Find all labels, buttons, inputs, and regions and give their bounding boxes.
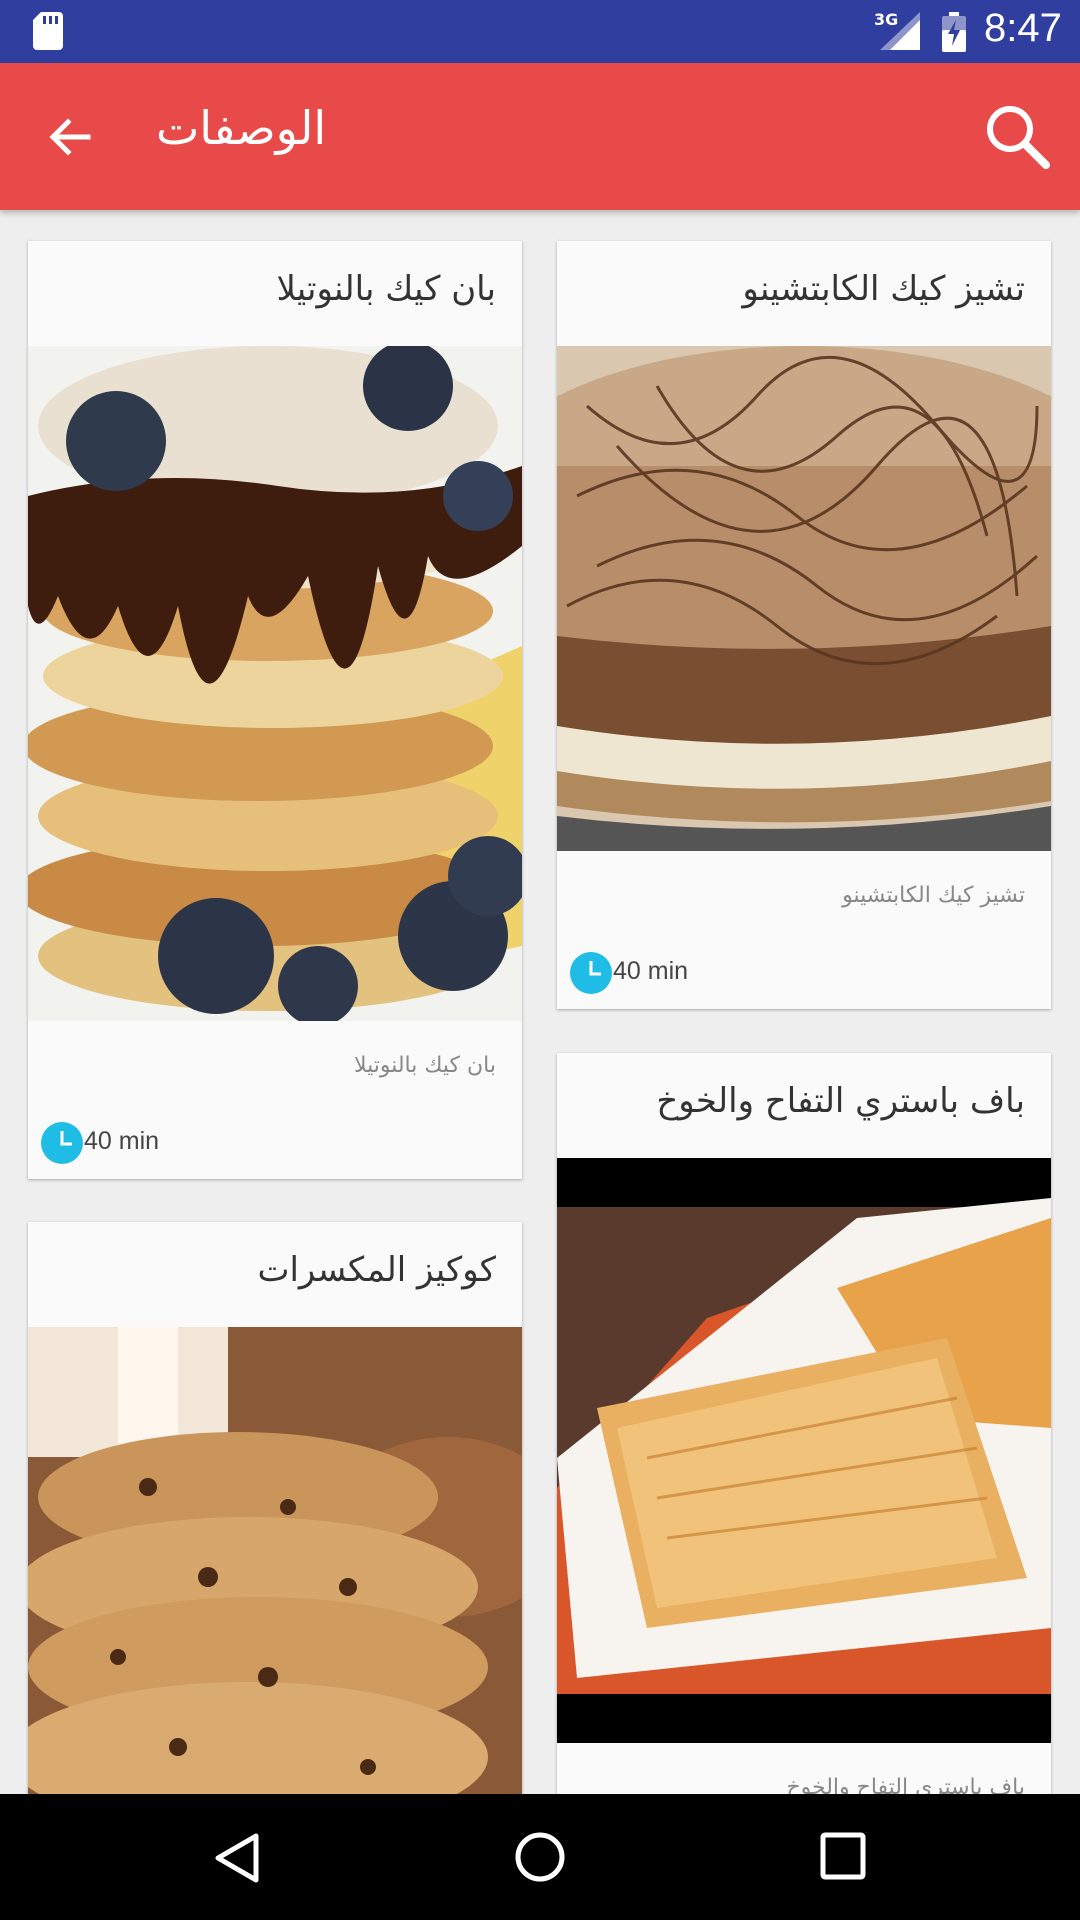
app-bar: الوصفات: [0, 63, 1080, 210]
back-arrow-icon[interactable]: [44, 111, 96, 163]
recipe-time: 40 min: [28, 1099, 522, 1179]
recipe-description: بان كيك بالنوتيلا: [353, 1053, 496, 1078]
nav-recents-icon[interactable]: [820, 1832, 866, 1880]
recipe-description: باف باستري التفاح والخوخ: [786, 1775, 1025, 1794]
search-icon[interactable]: [984, 103, 1050, 169]
recipe-image: [557, 1158, 1051, 1743]
recipe-image: [557, 346, 1051, 851]
recipe-title: كوكيز المكسرات: [257, 1250, 496, 1290]
recipe-title: باف باستري التفاح والخوخ: [656, 1081, 1025, 1121]
system-nav-bar: [0, 1794, 1080, 1920]
nav-back-icon[interactable]: [212, 1832, 262, 1884]
recipe-title: تشيز كيك الكابتشينو: [742, 269, 1025, 309]
battery-icon: [942, 12, 966, 52]
recipe-time-label: 40 min: [84, 1127, 160, 1155]
recipe-image: [28, 1327, 522, 1794]
status-bar: 3G 8:47: [0, 0, 1080, 63]
recipes-grid: تشيز كيك الكابتشينو تشيز كيك الكابتشينو …: [0, 210, 1080, 1794]
clock-icon: [41, 1122, 83, 1164]
signal-icon: [880, 12, 920, 50]
status-time: 8:47: [984, 6, 1062, 50]
recipe-card[interactable]: كوكيز المكسرات: [28, 1222, 522, 1794]
recipe-card[interactable]: باف باستري التفاح والخوخ باف باستري التف…: [557, 1053, 1051, 1794]
page-title: الوصفات: [156, 101, 327, 155]
recipe-description: تشيز كيك الكابتشينو: [842, 883, 1025, 908]
clock-icon: [570, 952, 612, 994]
recipe-time-label: 40 min: [613, 957, 689, 985]
recipe-card[interactable]: بان كيك بالنوتيلا بان كيك بالنوتيلا 40 m…: [28, 241, 522, 1179]
recipe-time: 40 min: [557, 929, 1051, 1009]
recipe-card[interactable]: تشيز كيك الكابتشينو تشيز كيك الكابتشينو …: [557, 241, 1051, 1009]
nav-home-icon[interactable]: [514, 1831, 566, 1883]
recipe-image: [28, 346, 522, 1021]
sd-card-icon: [33, 12, 63, 50]
recipe-title: بان كيك بالنوتيلا: [276, 269, 496, 309]
